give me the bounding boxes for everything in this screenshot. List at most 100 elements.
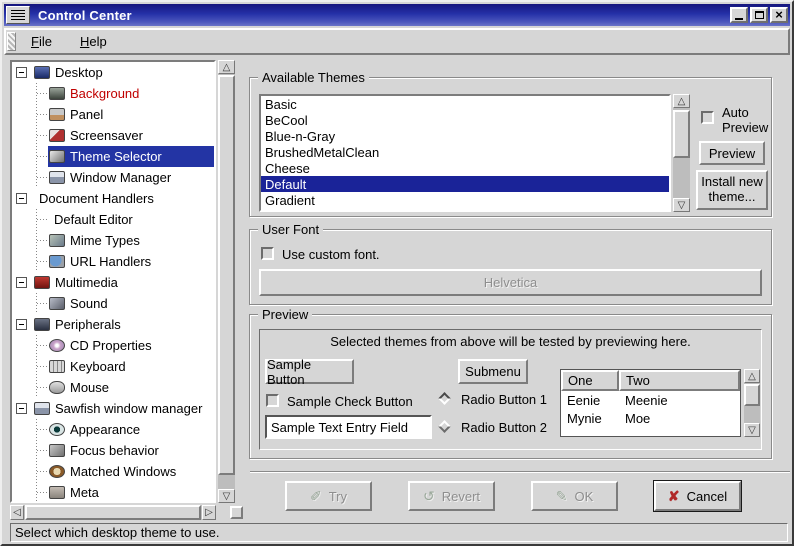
sidebar-item-window-manager[interactable]: Window Manager	[12, 167, 214, 188]
sidebar-item-panel[interactable]: Panel	[12, 104, 214, 125]
menubar-grip[interactable]	[7, 32, 16, 51]
tree-guide	[36, 335, 48, 356]
multimedia-icon	[34, 276, 50, 289]
tree-collapse-icon[interactable]	[16, 67, 27, 78]
theme-list-item[interactable]: Default	[261, 176, 669, 192]
radio-button-2[interactable]	[438, 420, 451, 433]
sidebar-item-mime-types[interactable]: Mime Types	[12, 230, 214, 251]
tree-guide	[36, 104, 48, 125]
maximize-button[interactable]	[750, 7, 768, 23]
sidebar-item-meta[interactable]: Meta	[12, 482, 214, 503]
sidebar-item-theme-selector[interactable]: Theme Selector	[12, 146, 214, 167]
tree-collapse-icon[interactable]	[16, 319, 27, 330]
sample-text-entry[interactable]	[265, 415, 432, 439]
use-custom-font-checkbox[interactable]	[261, 247, 274, 260]
sidebar-item-label: Theme Selector	[70, 149, 162, 164]
auto-preview-checkbox[interactable]	[701, 111, 714, 124]
tree-collapse-icon[interactable]	[16, 403, 27, 414]
theme-list-scrollbar[interactable]: △ ▽	[673, 94, 690, 212]
sidebar-item-matched-windows[interactable]: Matched Windows	[12, 461, 214, 482]
scroll-up-icon[interactable]: △	[744, 369, 760, 383]
tree-collapse-icon[interactable]	[16, 193, 27, 204]
sidebar-item-sawfish-window-manager[interactable]: Sawfish window manager	[12, 398, 214, 419]
column-header[interactable]: Two	[619, 370, 740, 391]
scrollbar-corner-grip[interactable]	[230, 506, 243, 519]
theme-list[interactable]: BasicBeCoolBlue-n-GrayBrushedMetalCleanC…	[259, 94, 671, 212]
sidebar-item-peripherals[interactable]: Peripherals	[12, 314, 214, 335]
sidebar-item-document-handlers[interactable]: Document Handlers	[12, 188, 214, 209]
statusbar-text: Select which desktop theme to use.	[15, 525, 220, 540]
scroll-right-icon[interactable]: ▷	[202, 505, 216, 520]
tree-guide	[36, 146, 48, 167]
scrollbar-thumb[interactable]	[673, 110, 690, 158]
scrollbar-thumb[interactable]	[744, 384, 760, 406]
sidebar-item-label: Screensaver	[70, 128, 143, 143]
sidebar-item-default-editor[interactable]: Default Editor	[12, 209, 214, 230]
sidebar-item-background[interactable]: Background	[12, 83, 214, 104]
sidebar-item-keyboard[interactable]: Keyboard	[12, 356, 214, 377]
sidebar-item-sound[interactable]: Sound	[12, 293, 214, 314]
sample-button[interactable]: Sample Button	[265, 359, 354, 384]
submenu-button[interactable]: Submenu	[458, 359, 528, 384]
radio-button-1[interactable]	[438, 392, 451, 405]
maximize-icon	[755, 11, 764, 19]
close-button[interactable]: ×	[770, 7, 788, 23]
tree-horizontal-scrollbar[interactable]: ◁ ▷	[10, 505, 216, 520]
try-button[interactable]: ✐ Try	[285, 481, 372, 511]
tree-collapse-icon[interactable]	[16, 277, 27, 288]
column-header[interactable]: One	[561, 370, 619, 391]
theme-selector-icon	[49, 150, 65, 163]
window-menu-button[interactable]	[6, 6, 30, 24]
scroll-down-icon[interactable]: ▽	[218, 489, 235, 503]
sidebar-item-label: Window Manager	[70, 170, 171, 185]
preview-button[interactable]: Preview	[699, 141, 765, 165]
menu-file[interactable]: File	[22, 31, 61, 52]
mime-types-icon	[49, 234, 65, 247]
sidebar-item-label: Background	[70, 86, 139, 101]
table-row[interactable]: EenieMeenie	[561, 391, 740, 409]
sample-table: One Two EenieMeenieMynieMoe	[560, 369, 741, 437]
revert-button-label: Revert	[442, 489, 480, 504]
sidebar-item-label: Appearance	[70, 422, 140, 437]
install-new-theme-button[interactable]: Install new theme...	[696, 170, 768, 210]
scrollbar-thumb[interactable]	[218, 75, 235, 475]
theme-list-item[interactable]: Blue-n-Gray	[261, 128, 669, 144]
sidebar-item-focus-behavior[interactable]: Focus behavior	[12, 440, 214, 461]
scrollbar-thumb[interactable]	[25, 505, 201, 520]
sample-checkbox[interactable]	[266, 394, 279, 407]
titlebar[interactable]: Control Center ×	[4, 4, 790, 26]
minimize-button[interactable]	[730, 7, 748, 23]
sidebar-item-multimedia[interactable]: Multimedia	[12, 272, 214, 293]
sidebar-item-appearance[interactable]: Appearance	[12, 419, 214, 440]
sidebar-item-screensaver[interactable]: Screensaver	[12, 125, 214, 146]
theme-list-item[interactable]: Gradient	[261, 192, 669, 208]
table-row[interactable]: MynieMoe	[561, 409, 740, 427]
sidebar-item-url-handlers[interactable]: URL Handlers	[12, 251, 214, 272]
sidebar-tree[interactable]: Desktop Background Panel Screensaver Theme S…	[10, 60, 216, 503]
preview-label: Preview	[258, 307, 312, 322]
ok-button[interactable]: ✎ OK	[531, 481, 618, 511]
scroll-up-icon[interactable]: △	[673, 94, 690, 108]
scroll-down-icon[interactable]: ▽	[744, 423, 760, 437]
theme-list-item[interactable]: Cheese	[261, 160, 669, 176]
scroll-up-icon[interactable]: △	[218, 60, 235, 74]
theme-list-item[interactable]: BrushedMetalClean	[261, 144, 669, 160]
sidebar-item-cd-properties[interactable]: CD Properties	[12, 335, 214, 356]
scroll-left-icon[interactable]: ◁	[10, 505, 24, 520]
sample-table-scrollbar[interactable]: △ ▽	[744, 369, 760, 437]
close-icon: ×	[775, 10, 783, 20]
theme-list-item[interactable]: Basic	[261, 96, 669, 112]
revert-button[interactable]: ↺ Revert	[408, 481, 495, 511]
font-picker-button[interactable]: Helvetica	[259, 269, 762, 296]
sidebar-item-mouse[interactable]: Mouse	[12, 377, 214, 398]
menu-help[interactable]: Help	[71, 31, 116, 52]
use-custom-font-row: Use custom font.	[261, 247, 380, 262]
sidebar-item-desktop[interactable]: Desktop	[12, 62, 214, 83]
theme-list-item[interactable]: BeCool	[261, 112, 669, 128]
cd-icon	[49, 339, 65, 352]
scroll-down-icon[interactable]: ▽	[673, 198, 690, 212]
tree-guide	[36, 377, 48, 398]
tree-vertical-scrollbar[interactable]: △ ▽	[218, 60, 235, 503]
preview-caption: Selected themes from above will be teste…	[259, 334, 762, 349]
cancel-button[interactable]: ✘ Cancel	[654, 481, 741, 511]
